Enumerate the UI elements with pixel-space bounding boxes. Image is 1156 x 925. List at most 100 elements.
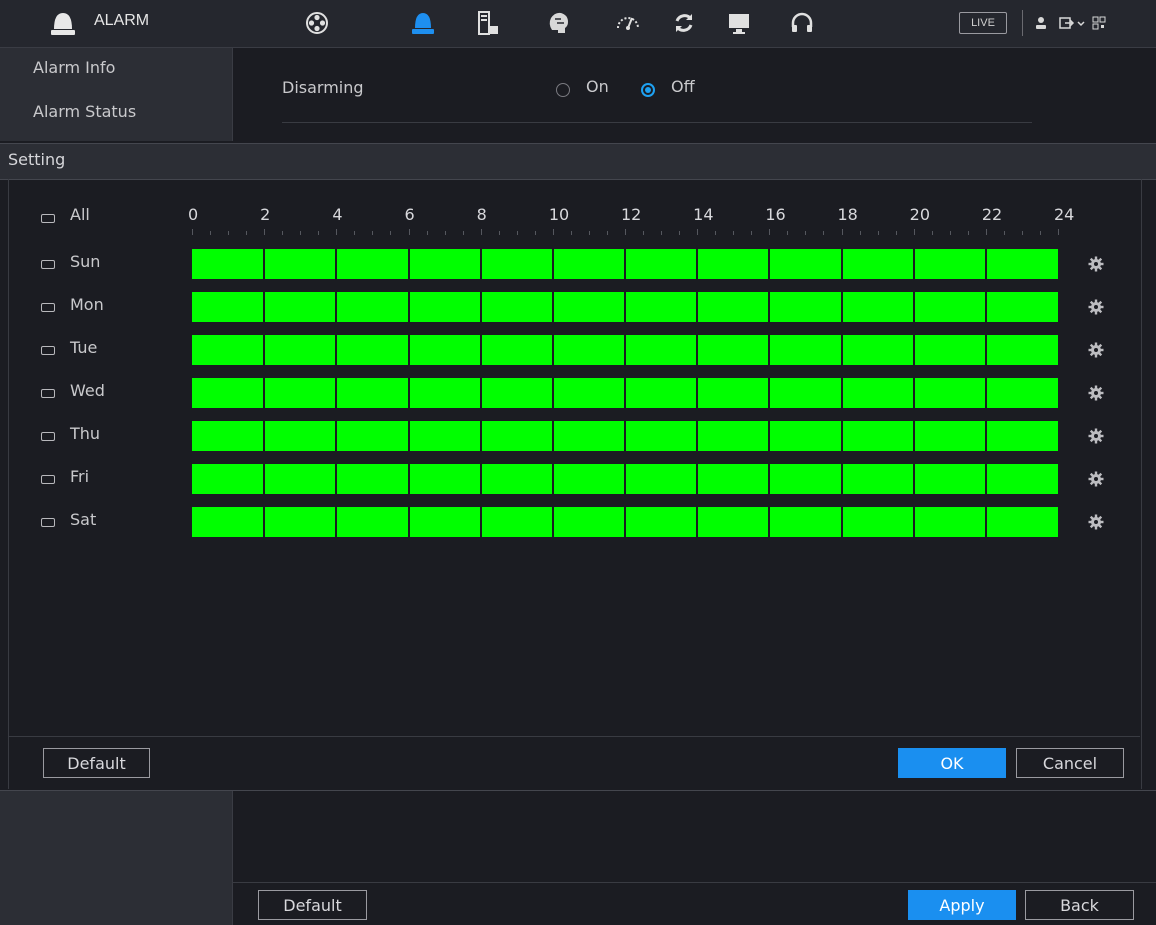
- all-days-label[interactable]: All: [70, 205, 90, 224]
- monitor-icon[interactable]: [724, 8, 754, 38]
- schedule-bar-sat[interactable]: [192, 507, 1058, 537]
- back-button[interactable]: Back: [1025, 890, 1134, 920]
- sidebar-divider: [232, 48, 233, 141]
- day-label-sat[interactable]: Sat: [70, 510, 96, 529]
- day-label-fri[interactable]: Fri: [70, 467, 89, 486]
- bar-segment-divider: [768, 507, 771, 537]
- bar-segment-divider: [551, 335, 554, 365]
- bar-segment-divider: [696, 507, 699, 537]
- gear-icon[interactable]: [1088, 299, 1104, 315]
- performance-icon[interactable]: [613, 8, 643, 38]
- refresh-icon[interactable]: [669, 8, 699, 38]
- all-days-checkbox[interactable]: [41, 214, 55, 223]
- bar-segment-divider: [335, 464, 338, 494]
- top-divider: [1022, 10, 1023, 36]
- day-label-tue[interactable]: Tue: [70, 338, 97, 357]
- ruler-tick: [570, 231, 572, 235]
- schedule-bar-mon[interactable]: [192, 292, 1058, 322]
- film-reel-icon[interactable]: [302, 8, 332, 38]
- user-icon[interactable]: [1031, 8, 1051, 38]
- ruler-tick: [462, 231, 464, 235]
- hour-label: 4: [332, 205, 343, 224]
- schedule-bar-fri[interactable]: [192, 464, 1058, 494]
- ruler-tick: [534, 231, 536, 235]
- bar-segment-divider: [624, 378, 626, 408]
- ruler-tick: [336, 229, 338, 235]
- bar-segment-divider: [479, 249, 482, 279]
- day-checkbox-mon[interactable]: [41, 303, 55, 312]
- bar-segment-divider: [768, 464, 771, 494]
- bar-segment-divider: [624, 421, 626, 451]
- bar-segment-divider: [984, 507, 987, 537]
- hour-label: 20: [909, 205, 931, 224]
- bar-segment-divider: [263, 292, 266, 322]
- day-label-sun[interactable]: Sun: [70, 252, 100, 271]
- day-label-mon[interactable]: Mon: [70, 295, 104, 314]
- gear-icon[interactable]: [1088, 514, 1104, 530]
- day-label-thu[interactable]: Thu: [70, 424, 100, 443]
- day-checkbox-sun[interactable]: [41, 260, 55, 269]
- gear-icon[interactable]: [1088, 471, 1104, 487]
- bar-segment-divider: [263, 507, 266, 537]
- ruler-tick: [318, 231, 320, 235]
- day-checkbox-fri[interactable]: [41, 475, 55, 484]
- schedule-bar-wed[interactable]: [192, 378, 1058, 408]
- bar-segment-divider: [479, 464, 482, 494]
- qr-code-icon[interactable]: [1089, 8, 1109, 38]
- day-checkbox-wed[interactable]: [41, 389, 55, 398]
- bar-segment-divider: [840, 464, 843, 494]
- bar-segment-divider: [624, 292, 626, 322]
- ruler-tick: [751, 231, 753, 235]
- bar-segment-divider: [768, 292, 771, 322]
- ruler-tick: [715, 231, 717, 235]
- storage-icon[interactable]: [473, 8, 503, 38]
- disarming-on-label[interactable]: On: [586, 77, 609, 96]
- bar-segment-divider: [551, 464, 554, 494]
- ruler-tick: [480, 229, 482, 235]
- schedule-bar-tue[interactable]: [192, 335, 1058, 365]
- gear-icon[interactable]: [1088, 342, 1104, 358]
- ruler-tick: [895, 231, 897, 235]
- bar-segment-divider: [551, 249, 554, 279]
- cancel-button[interactable]: Cancel: [1016, 748, 1124, 778]
- day-checkbox-sat[interactable]: [41, 518, 55, 527]
- bar-segment-divider: [263, 421, 266, 451]
- disarming-on-radio[interactable]: [556, 83, 570, 97]
- bar-segment-divider: [479, 292, 482, 322]
- logout-icon[interactable]: [1058, 8, 1086, 38]
- live-button[interactable]: LIVE: [959, 12, 1007, 34]
- bar-segment-divider: [551, 378, 554, 408]
- day-checkbox-tue[interactable]: [41, 346, 55, 355]
- ruler-tick: [300, 231, 302, 235]
- ok-button[interactable]: OK: [898, 748, 1006, 778]
- bar-segment-divider: [840, 378, 843, 408]
- bar-segment-divider: [912, 421, 915, 451]
- disarming-off-radio[interactable]: [641, 83, 655, 97]
- day-label-wed[interactable]: Wed: [70, 381, 105, 400]
- gear-icon[interactable]: [1088, 385, 1104, 401]
- brain-icon[interactable]: [544, 8, 574, 38]
- gear-icon[interactable]: [1088, 428, 1104, 444]
- day-checkbox-thu[interactable]: [41, 432, 55, 441]
- setting-header: [0, 143, 1156, 180]
- ruler-tick: [787, 231, 789, 235]
- sidebar-item-alarm-status[interactable]: Alarm Status: [33, 102, 136, 121]
- ruler-tick: [606, 231, 608, 235]
- bar-segment-divider: [696, 421, 699, 451]
- footer-default-button[interactable]: Default: [258, 890, 367, 920]
- hour-label: 12: [621, 205, 642, 224]
- gear-icon[interactable]: [1088, 256, 1104, 272]
- ruler-tick: [931, 231, 933, 235]
- ruler-tick: [877, 231, 879, 235]
- schedule-bar-thu[interactable]: [192, 421, 1058, 451]
- default-button[interactable]: Default: [43, 748, 150, 778]
- headset-icon[interactable]: [787, 8, 817, 38]
- bar-segment-divider: [407, 378, 410, 408]
- sidebar-item-alarm-info[interactable]: Alarm Info: [33, 58, 115, 77]
- apply-button[interactable]: Apply: [908, 890, 1016, 920]
- bar-segment-divider: [407, 292, 410, 322]
- bar-segment-divider: [696, 378, 699, 408]
- alarm-light-icon[interactable]: [408, 8, 438, 38]
- disarming-off-label[interactable]: Off: [671, 77, 695, 96]
- schedule-bar-sun[interactable]: [192, 249, 1058, 279]
